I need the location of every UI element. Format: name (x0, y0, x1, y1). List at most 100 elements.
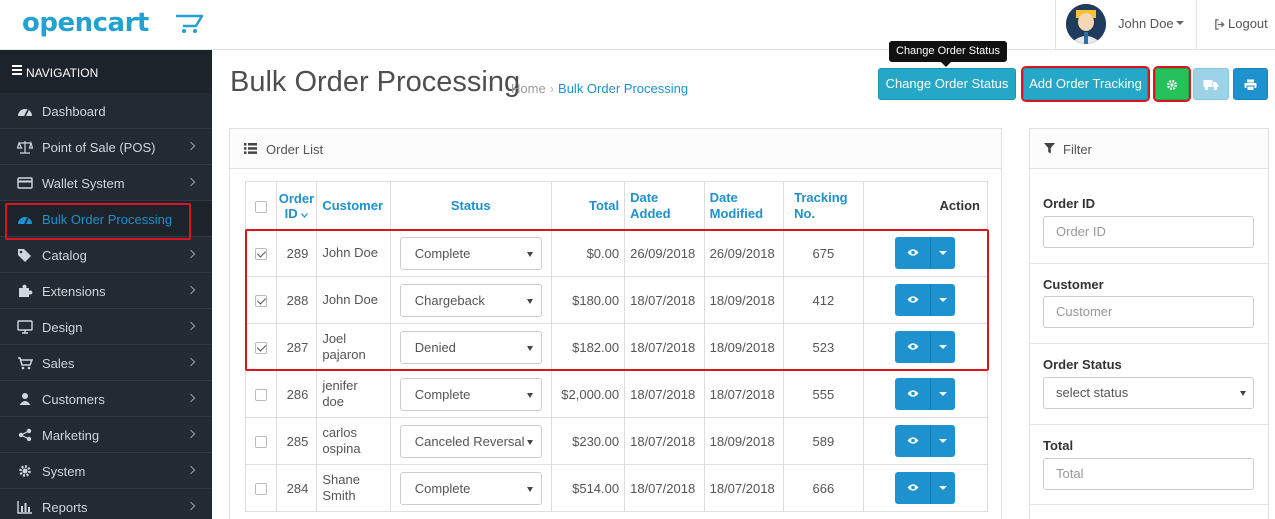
customer-input[interactable]: Customer (1043, 296, 1254, 328)
breadcrumb-current[interactable]: Bulk Order Processing (558, 81, 688, 96)
customer-label: Customer (1043, 277, 1104, 292)
order-status-select[interactable]: Chargeback (399, 283, 542, 317)
row-checkbox[interactable] (254, 248, 267, 261)
order-status-select[interactable]: Canceled Reversal (399, 424, 542, 458)
order-status-select[interactable]: Complete (399, 377, 542, 411)
chevron-down-icon[interactable] (939, 486, 948, 490)
order-id-input[interactable]: Order ID (1043, 216, 1254, 248)
order-id-header-line2: ID (284, 205, 298, 221)
tracking-header[interactable]: Tracking No. (783, 181, 864, 230)
customer-line1: John Doe (322, 245, 378, 260)
date-added-cell: 18/07/2018 (624, 417, 705, 465)
change-order-status-button[interactable]: Change Order Status (878, 68, 1016, 100)
button-divider (930, 378, 932, 410)
sidebar-item-wallet[interactable]: Wallet System (0, 165, 212, 201)
sidebar-item-customers[interactable]: Customers (0, 381, 212, 417)
logout-label: Logout (1228, 16, 1268, 31)
chevron-down-icon[interactable] (939, 298, 948, 302)
settings-button[interactable] (1153, 66, 1191, 102)
sidebar-item-sales[interactable]: Sales (0, 345, 212, 381)
customer-cell: Joel pajaron (316, 323, 391, 371)
user-menu[interactable]: John Doe (1055, 0, 1197, 50)
user-icon (19, 393, 31, 405)
share-icon (18, 428, 32, 442)
order-id-cell: 284 (275, 464, 318, 512)
total-cell: $230.00 (550, 417, 626, 465)
order-status-select[interactable]: Denied (399, 330, 542, 364)
chevron-right-icon (186, 357, 196, 367)
user-name: John Doe (1118, 16, 1174, 31)
row-checkbox[interactable] (254, 295, 267, 308)
filter-title: Filter (1063, 142, 1092, 157)
button-divider (930, 425, 932, 457)
total-header[interactable]: Total (550, 181, 626, 230)
tracking-header-line1: Tracking (794, 189, 848, 205)
row-select-cell (245, 229, 277, 277)
print-button[interactable] (1233, 68, 1268, 100)
date-modified-header-line2: Modified (709, 205, 764, 221)
order-status-select[interactable]: select status (1043, 377, 1254, 409)
table-row: 288 John Doe Chargeback $180.00 18/07/20… (245, 276, 989, 324)
breadcrumb: Home › Bulk Order Processing (511, 81, 688, 96)
row-checkbox[interactable] (254, 483, 267, 496)
date-modified-cell: 18/09/2018 (703, 417, 785, 465)
customer-line2: doe (322, 394, 345, 409)
tags-icon (18, 249, 31, 262)
customer-line1: Shane (322, 472, 360, 487)
customer-header[interactable]: Customer (316, 181, 391, 230)
sidebar-item-extensions[interactable]: Extensions (0, 273, 212, 309)
row-checkbox[interactable] (254, 436, 267, 449)
row-select-cell (245, 323, 277, 371)
view-order-button-group[interactable] (895, 378, 956, 410)
customer-line2: Smith (322, 488, 356, 503)
chevron-down-icon[interactable] (939, 251, 948, 255)
sort-desc-icon (301, 212, 309, 218)
action-cell (862, 417, 989, 465)
order-status-select[interactable]: Complete (399, 471, 542, 505)
view-order-button-group[interactable] (895, 237, 956, 269)
view-order-button-group[interactable] (895, 284, 956, 316)
logout-link[interactable]: Logout (1214, 16, 1268, 31)
sidebar-item-catalog[interactable]: Catalog (0, 237, 212, 273)
filter-panel: Filter Order ID Order ID Customer Custom… (1029, 128, 1269, 519)
chevron-down-icon[interactable] (939, 345, 948, 349)
order-status-select[interactable]: Complete (399, 236, 542, 270)
date-modified-header[interactable]: Date Modified (703, 181, 785, 230)
sidebar-item-reports[interactable]: Reports (0, 489, 212, 519)
navigation-header[interactable]: NAVIGATION (0, 50, 212, 93)
row-checkbox[interactable] (254, 342, 267, 355)
row-checkbox[interactable] (254, 389, 267, 402)
action-cell (862, 276, 989, 324)
date-added-header[interactable]: Date Added (624, 181, 705, 230)
opencart-logo[interactable]: opencart (22, 8, 204, 38)
tracking-cell: 412 (783, 276, 864, 324)
view-order-button-group[interactable] (895, 331, 956, 363)
date-modified-cell: 26/09/2018 (703, 229, 785, 277)
breadcrumb-home[interactable]: Home (511, 81, 546, 96)
sidebar-item-design[interactable]: Design (0, 309, 212, 345)
total-input[interactable]: Total (1043, 458, 1254, 490)
chevron-down-icon[interactable] (939, 392, 948, 396)
sidebar-item-label: Catalog (42, 248, 87, 263)
chevron-down-icon[interactable] (939, 439, 948, 443)
balance-scale-icon (17, 140, 33, 154)
sidebar-item-dashboard[interactable]: Dashboard (0, 93, 212, 129)
view-order-button-group[interactable] (895, 425, 956, 457)
chevron-right-icon (186, 177, 196, 187)
tooltip: Change Order Status (889, 41, 1007, 67)
shipping-button[interactable] (1193, 68, 1229, 100)
view-order-button-group[interactable] (895, 472, 956, 504)
row-select-cell (245, 464, 277, 512)
dashboard-icon (18, 217, 32, 225)
sidebar-item-pos[interactable]: Point of Sale (POS) (0, 129, 212, 165)
select-all-checkbox[interactable] (254, 200, 267, 213)
filter-divider (1030, 263, 1268, 264)
sidebar-item-system[interactable]: System (0, 453, 212, 489)
sidebar-item-bulk-order-processing[interactable]: Bulk Order Processing (0, 201, 212, 240)
sidebar-item-marketing[interactable]: Marketing (0, 417, 212, 453)
date-added-cell: 18/07/2018 (624, 323, 705, 371)
order-id-header[interactable]: Order ID (275, 181, 318, 230)
add-order-tracking-button[interactable]: Add Order Tracking (1021, 66, 1150, 102)
chevron-right-icon (186, 249, 196, 259)
status-header[interactable]: Status (389, 181, 552, 230)
